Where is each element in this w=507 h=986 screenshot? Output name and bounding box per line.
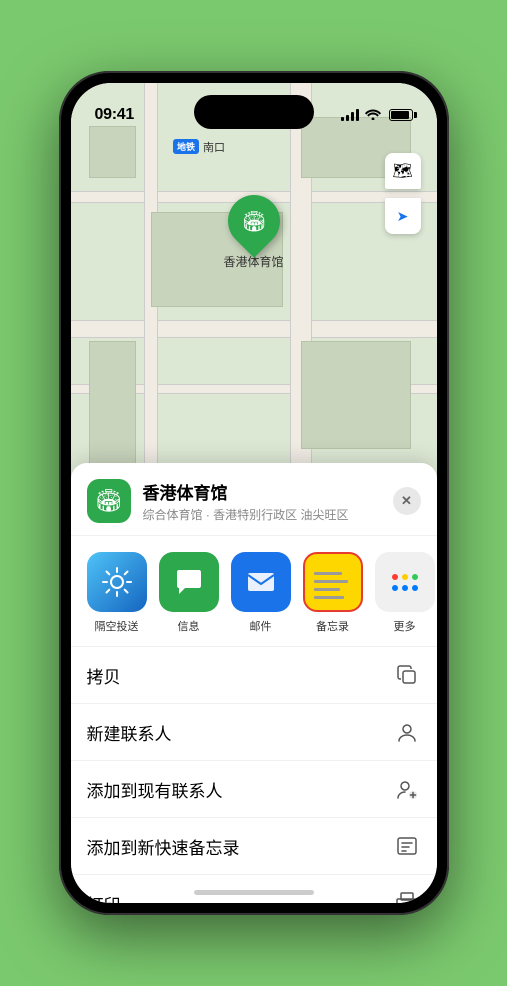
status-icons — [341, 107, 413, 123]
venue-header: 🏟 香港体育馆 综合体育馆 · 香港特别行政区 油尖旺区 ✕ — [71, 463, 437, 536]
share-row: 隔空投送 信息 — [71, 536, 437, 647]
action-new-contact-label: 新建联系人 — [87, 720, 172, 745]
map-exit-label: 南口 — [203, 139, 225, 155]
dot-blue3 — [412, 585, 418, 591]
building-block — [89, 126, 137, 178]
action-copy[interactable]: 拷贝 — [71, 647, 437, 704]
action-print[interactable]: 打印 — [71, 875, 437, 903]
notes-label: 备忘录 — [316, 618, 349, 634]
airdrop-icon — [87, 552, 147, 612]
building-block — [89, 341, 137, 470]
venue-description: 综合体育馆 · 香港特别行政区 油尖旺区 — [143, 506, 393, 523]
share-app-notes[interactable]: 备忘录 — [303, 552, 363, 634]
share-app-mail[interactable]: 邮件 — [231, 552, 291, 634]
dot-blue — [392, 585, 398, 591]
map-type-icon: 🗺 — [392, 161, 412, 181]
mail-label: 邮件 — [250, 618, 272, 634]
quick-note-icon — [393, 832, 421, 860]
map-area[interactable]: 地铁 南口 🏟 香港体育馆 🗺 ➤ — [71, 83, 437, 513]
map-type-button[interactable]: 🗺 — [385, 153, 421, 189]
action-list: 拷贝 新建联系人 — [71, 647, 437, 903]
signal-icon — [341, 109, 359, 121]
location-button[interactable]: ➤ — [385, 198, 421, 234]
map-controls: 🗺 ➤ — [385, 153, 421, 234]
status-time: 09:41 — [95, 106, 134, 124]
copy-icon — [393, 661, 421, 689]
new-contact-icon — [393, 718, 421, 746]
venue-info: 香港体育馆 综合体育馆 · 香港特别行政区 油尖旺区 — [143, 479, 393, 523]
battery-icon — [389, 109, 413, 121]
phone-frame: 09:41 — [59, 71, 449, 915]
phone-screen: 09:41 — [71, 83, 437, 903]
airdrop-label: 隔空投送 — [95, 618, 139, 634]
dynamic-island — [194, 95, 314, 129]
home-indicator — [194, 890, 314, 895]
wifi-icon — [365, 107, 381, 123]
dot-green — [412, 574, 418, 580]
messages-label: 信息 — [178, 618, 200, 634]
close-button[interactable]: ✕ — [393, 487, 421, 515]
venue-name: 香港体育馆 — [143, 479, 393, 504]
share-app-airdrop[interactable]: 隔空投送 — [87, 552, 147, 634]
action-quick-note[interactable]: 添加到新快速备忘录 — [71, 818, 437, 875]
dot-red — [392, 574, 398, 580]
messages-icon — [159, 552, 219, 612]
notes-icon — [303, 552, 363, 612]
location-icon: ➤ — [397, 208, 409, 225]
more-apps[interactable]: 更多 — [375, 552, 435, 634]
action-copy-label: 拷贝 — [87, 663, 121, 688]
building-block — [301, 341, 411, 449]
action-add-contact-label: 添加到现有联系人 — [87, 777, 223, 802]
pin-icon: 🏟 — [241, 208, 266, 233]
action-quick-note-label: 添加到新快速备忘录 — [87, 834, 240, 859]
pin-circle: 🏟 — [217, 184, 291, 258]
action-print-label: 打印 — [87, 891, 121, 904]
bottom-sheet: 🏟 香港体育馆 综合体育馆 · 香港特别行政区 油尖旺区 ✕ — [71, 463, 437, 903]
more-label: 更多 — [394, 618, 416, 634]
dot-blue2 — [402, 585, 408, 591]
action-new-contact[interactable]: 新建联系人 — [71, 704, 437, 761]
subway-badge: 地铁 — [173, 139, 199, 154]
action-add-contact[interactable]: 添加到现有联系人 — [71, 761, 437, 818]
more-apps-icon — [375, 552, 435, 612]
print-icon — [393, 889, 421, 903]
dot-yellow — [402, 574, 408, 580]
map-label-container: 地铁 南口 — [173, 139, 225, 155]
share-app-messages[interactable]: 信息 — [159, 552, 219, 634]
mail-icon — [231, 552, 291, 612]
add-contact-icon — [393, 775, 421, 803]
location-pin: 🏟 香港体育馆 — [223, 195, 283, 270]
venue-emoji: 🏟 — [95, 488, 123, 514]
venue-icon: 🏟 — [87, 479, 131, 523]
